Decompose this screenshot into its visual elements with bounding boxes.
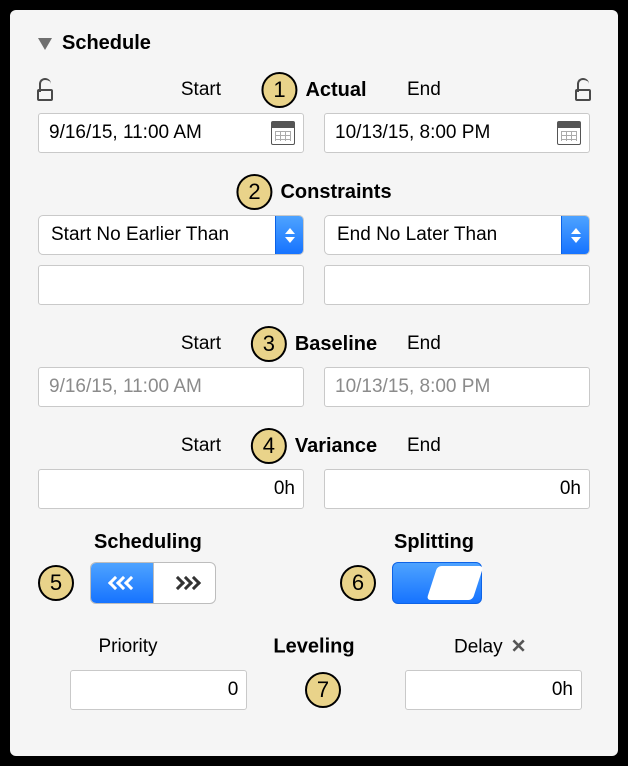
scheduling-direction-segmented[interactable] (90, 562, 216, 604)
annotation-1-icon: 1 (261, 72, 297, 108)
variance-end-field: 0h (324, 469, 590, 509)
scheduling-heading: Scheduling (38, 531, 314, 554)
actual-end-field[interactable]: 10/13/15, 8:00 PM (324, 113, 590, 153)
priority-label: Priority (38, 636, 218, 658)
annotation-3-icon: 3 (251, 326, 287, 362)
leveling-heading: Leveling (273, 636, 354, 659)
disclosure-triangle-icon[interactable] (38, 38, 52, 50)
clear-delay-icon[interactable]: ✕ (511, 636, 527, 659)
splitting-toggle[interactable] (392, 562, 482, 604)
unlock-icon[interactable] (36, 79, 54, 101)
constraint-end-field[interactable] (324, 265, 590, 305)
annotation-4-icon: 4 (251, 428, 287, 464)
variance-start-field: 0h (38, 469, 304, 509)
calendar-icon[interactable] (557, 121, 581, 145)
annotation-2-icon: 2 (236, 174, 272, 210)
baseline-start-field: 9/16/15, 11:00 AM (38, 367, 304, 407)
delay-field[interactable]: 0h (405, 670, 582, 710)
actual-heading: 1 Actual (261, 72, 366, 108)
delay-label: Delay (454, 636, 503, 658)
scheduling-backward-button[interactable] (91, 563, 153, 603)
baseline-heading: 3 Baseline (251, 326, 377, 362)
constraint-end-select[interactable]: End No Later Than (324, 215, 590, 255)
unlock-icon[interactable] (574, 79, 592, 101)
annotation-5-icon: 5 (38, 565, 74, 601)
dropdown-arrows-icon (561, 216, 589, 254)
dropdown-arrows-icon (275, 216, 303, 254)
constraint-start-field[interactable] (38, 265, 304, 305)
annotation-6-icon: 6 (340, 565, 376, 601)
priority-field[interactable]: 0 (70, 670, 247, 710)
constraint-start-select[interactable]: Start No Earlier Than (38, 215, 304, 255)
scheduling-forward-button[interactable] (153, 563, 215, 603)
annotation-7-icon: 7 (305, 672, 341, 708)
baseline-end-field: 10/13/15, 8:00 PM (324, 367, 590, 407)
schedule-panel: Schedule Start 1 Actual End 9/16/15, 11:… (10, 10, 618, 756)
constraints-heading: 2 Constraints (236, 174, 391, 210)
section-title: Schedule (62, 32, 151, 55)
actual-start-field[interactable]: 9/16/15, 11:00 AM (38, 113, 304, 153)
variance-heading: 4 Variance (251, 428, 377, 464)
calendar-icon[interactable] (271, 121, 295, 145)
splitting-heading: Splitting (314, 531, 590, 554)
